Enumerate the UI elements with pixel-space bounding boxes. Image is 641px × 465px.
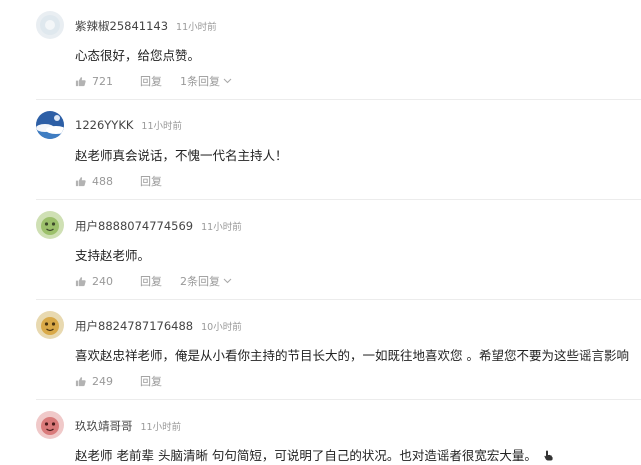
like-count: 488 <box>92 174 113 188</box>
avatar[interactable] <box>36 211 64 239</box>
comment-text: 心态很好，给您点赞。 <box>75 48 201 63</box>
chevron-down-icon <box>223 278 232 284</box>
comment-author[interactable]: 1226YYKK 11小时前 <box>75 118 182 132</box>
timestamp: 11小时前 <box>141 121 182 132</box>
like-button[interactable]: 721 <box>75 75 140 88</box>
avatar[interactable] <box>36 411 64 439</box>
timestamp: 11小时前 <box>176 22 217 33</box>
like-button[interactable]: 249 <box>75 375 140 388</box>
comment-author[interactable]: 用户8888074774569 11小时前 <box>75 218 242 234</box>
thumbs-up-icon <box>75 76 86 86</box>
comment-actions: 240 回复 2条回复 <box>75 274 232 288</box>
username[interactable]: 紫辣椒25841143 <box>75 19 168 33</box>
replies-count-label: 1条回复 <box>180 75 220 88</box>
comment-list: 紫辣椒25841143 11小时前 心态很好，给您点赞。 721 回复 1条回复 <box>0 0 641 465</box>
comment-text: 支持赵老师。 <box>75 248 151 263</box>
username[interactable]: 用户8888074774569 <box>75 219 193 233</box>
pointing-hand-icon <box>544 450 553 461</box>
comment-item: 1226YYKK 11小时前 赵老师真会说话，不愧一代名主持人！ 488 回复 <box>0 100 641 200</box>
timestamp: 11小时前 <box>201 222 242 233</box>
like-count: 721 <box>92 74 113 88</box>
username[interactable]: 用户8824787176488 <box>75 319 193 333</box>
comment-author[interactable]: 玖玖靖哥哥 11小时前 <box>75 418 181 434</box>
comment-item: 用户8888074774569 11小时前 支持赵老师。 240 回复 2条回复 <box>0 200 641 300</box>
reply-button[interactable]: 回复 <box>140 173 180 189</box>
reply-button[interactable]: 回复 <box>140 273 180 289</box>
thumbs-up-icon <box>75 176 86 186</box>
reply-button[interactable]: 回复 <box>140 373 180 389</box>
thumbs-up-icon <box>75 276 86 286</box>
thumbs-up-icon <box>75 376 86 386</box>
username[interactable]: 1226YYKK <box>75 118 133 132</box>
view-replies-button[interactable]: 2条回复 <box>180 273 232 289</box>
comment-author[interactable]: 紫辣椒25841143 11小时前 <box>75 18 217 34</box>
comment-item: 玖玖靖哥哥 11小时前 赵老师 老前辈 头脑清晰 句句简短，可说明了自己的状况。也… <box>0 400 641 465</box>
chevron-down-icon <box>223 78 232 84</box>
like-button[interactable]: 488 <box>75 175 140 188</box>
comment-text: 喜欢赵忠祥老师，俺是从小看你主持的节目长大的，一如既往地喜欢您 。希望您不要为这… <box>75 348 629 363</box>
replies-count-label: 2条回复 <box>180 275 220 288</box>
comment-text: 赵老师真会说话，不愧一代名主持人！ <box>75 148 288 163</box>
comment-actions: 488 回复 <box>75 174 180 188</box>
comment-text: 赵老师 老前辈 头脑清晰 句句简短，可说明了自己的状况。也对造谣者很宽宏大量。 <box>75 445 554 464</box>
like-count: 249 <box>92 374 113 388</box>
timestamp: 10小时前 <box>201 322 242 333</box>
comment-actions: 721 回复 1条回复 <box>75 74 232 88</box>
comment-actions: 249 回复 <box>75 374 180 388</box>
avatar[interactable] <box>36 11 64 39</box>
comment-item: 紫辣椒25841143 11小时前 心态很好，给您点赞。 721 回复 1条回复 <box>0 0 641 100</box>
like-button[interactable]: 240 <box>75 275 140 288</box>
avatar[interactable] <box>36 111 64 139</box>
view-replies-button[interactable]: 1条回复 <box>180 73 232 89</box>
reply-button[interactable]: 回复 <box>140 73 180 89</box>
avatar[interactable] <box>36 311 64 339</box>
comment-author[interactable]: 用户8824787176488 10小时前 <box>75 318 242 334</box>
comment-text-body: 赵老师 老前辈 头脑清晰 句句简短，可说明了自己的状况。也对造谣者很宽宏大量。 <box>75 448 537 463</box>
comment-item: 用户8824787176488 10小时前 喜欢赵忠祥老师，俺是从小看你主持的节目… <box>0 300 641 400</box>
like-count: 240 <box>92 274 113 288</box>
timestamp: 11小时前 <box>140 422 182 433</box>
username[interactable]: 玖玖靖哥哥 <box>75 419 133 433</box>
